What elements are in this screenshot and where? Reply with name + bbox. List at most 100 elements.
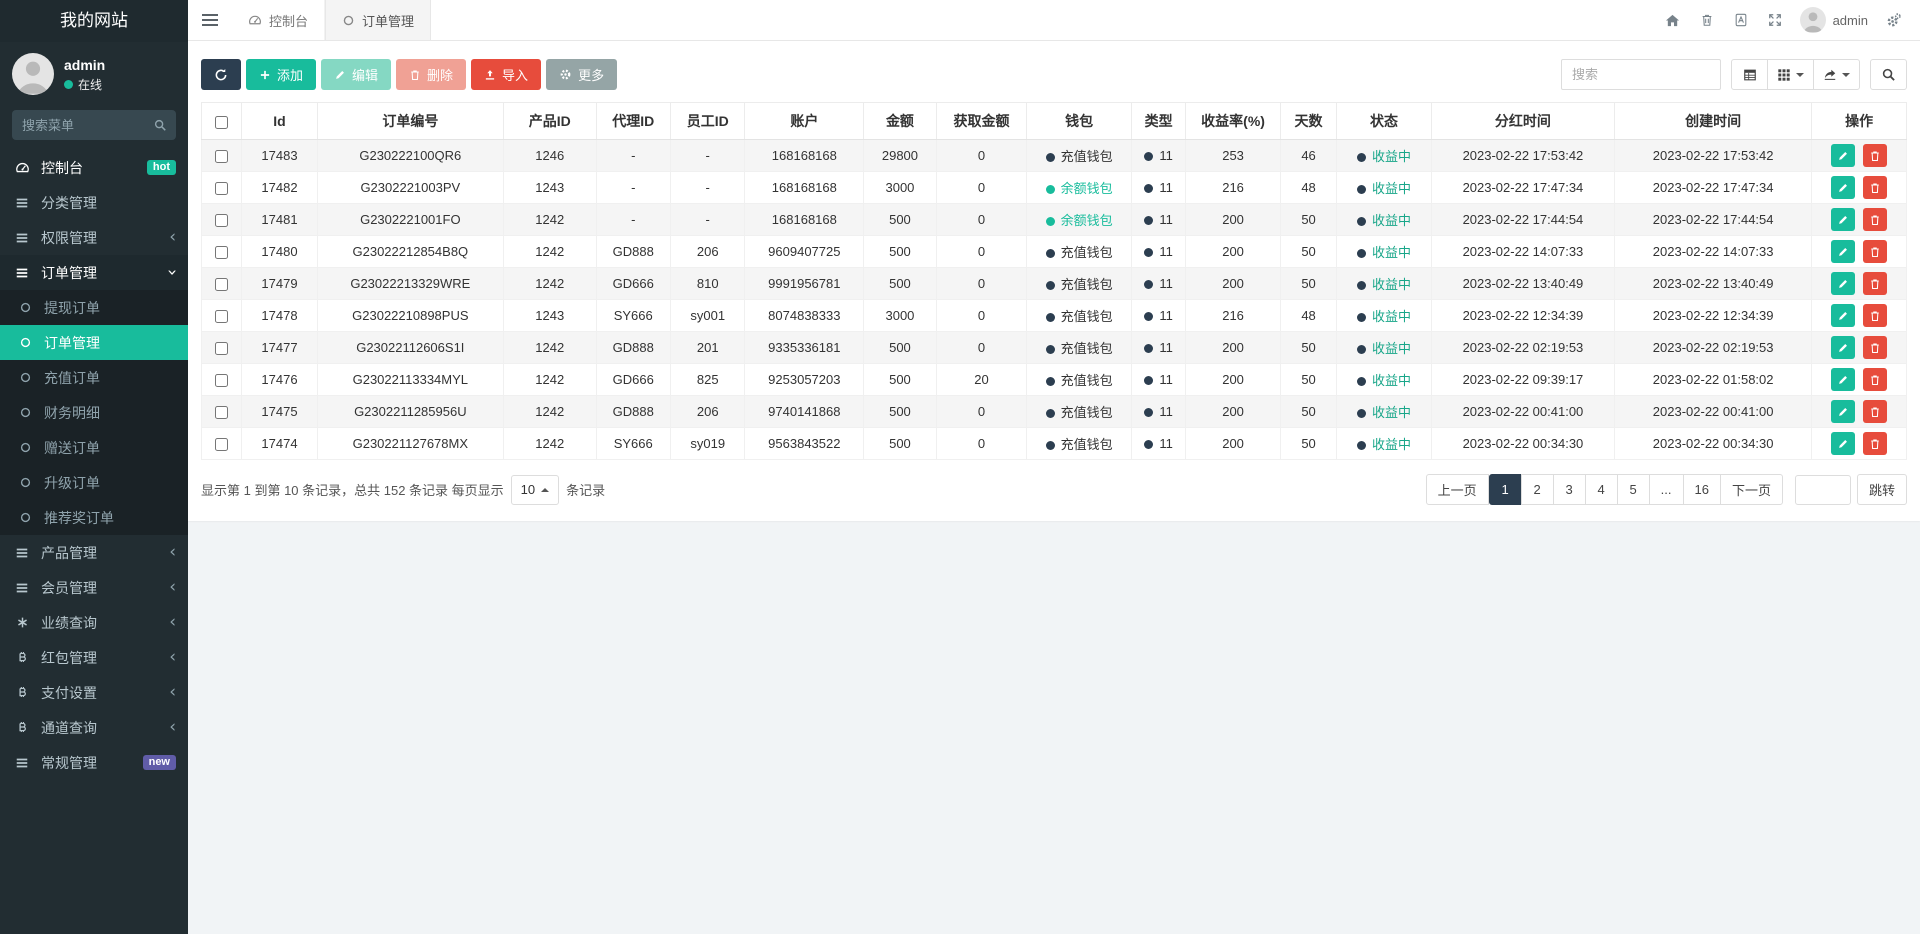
cell-amount: 500: [864, 268, 936, 300]
user-menu[interactable]: admin: [1792, 7, 1876, 33]
sidebar-item-支付设置[interactable]: 支付设置 ‹: [0, 675, 188, 710]
sidebar-item-红包管理[interactable]: 红包管理 ‹: [0, 640, 188, 675]
sidebar-subitem-提现订单[interactable]: 提现订单: [0, 290, 188, 325]
sidebar-subitem-推荐奖订单[interactable]: 推荐奖订单: [0, 500, 188, 535]
detail-view-button[interactable]: [1731, 59, 1768, 90]
row-checkbox[interactable]: [215, 182, 228, 195]
sidebar-item-业绩查询[interactable]: 业绩查询 ‹: [0, 605, 188, 640]
sidebar-subitem-财务明细[interactable]: 财务明细: [0, 395, 188, 430]
btc-icon: [12, 686, 32, 699]
sidebar-item-订单管理[interactable]: 订单管理 ‹: [0, 255, 188, 290]
row-edit-button[interactable]: [1831, 208, 1855, 231]
sidebar-item-分类管理[interactable]: 分类管理: [0, 185, 188, 220]
type-dot-icon: [1144, 216, 1153, 225]
wallet-label: 充值钱包: [1061, 309, 1113, 324]
jump-page-input[interactable]: [1795, 475, 1851, 505]
sidebar-item-控制台[interactable]: 控制台 hot: [0, 150, 188, 185]
row-edit-button[interactable]: [1831, 336, 1855, 359]
sidebar-toggle-button[interactable]: [188, 0, 232, 40]
sidebar-item-产品管理[interactable]: 产品管理 ‹: [0, 535, 188, 570]
row-edit-button[interactable]: [1831, 432, 1855, 455]
sidebar-subitem-充值订单[interactable]: 充值订单: [0, 360, 188, 395]
row-edit-button[interactable]: [1831, 400, 1855, 423]
row-edit-button[interactable]: [1831, 240, 1855, 263]
refresh-button[interactable]: [201, 59, 241, 90]
table-row: 17476 G23022113334MYL 1242 GD666 825 925…: [202, 364, 1907, 396]
settings-button[interactable]: [1876, 0, 1910, 41]
row-delete-button[interactable]: [1863, 368, 1887, 391]
row-checkbox[interactable]: [215, 214, 228, 227]
row-delete-button[interactable]: [1863, 272, 1887, 295]
row-delete-button[interactable]: [1863, 176, 1887, 199]
page-number-button[interactable]: 1: [1489, 474, 1522, 505]
cell-product-id: 1242: [503, 204, 596, 236]
sidebar-item-会员管理[interactable]: 会员管理 ‹: [0, 570, 188, 605]
jump-button[interactable]: 跳转: [1857, 474, 1907, 505]
next-page-button[interactable]: 下一页: [1720, 474, 1783, 505]
sidebar-subitem-label: 订单管理: [44, 333, 100, 353]
more-button-label: 更多: [578, 65, 604, 84]
fullscreen-button[interactable]: [1758, 0, 1792, 41]
page-number-button[interactable]: 16: [1683, 474, 1721, 505]
more-button[interactable]: 更多: [546, 59, 617, 90]
circle-o-icon: [15, 371, 35, 384]
row-checkbox[interactable]: [215, 342, 228, 355]
page-ellipsis-button[interactable]: ...: [1649, 474, 1684, 505]
row-delete-button[interactable]: [1863, 304, 1887, 327]
sidebar-subitem-升级订单[interactable]: 升级订单: [0, 465, 188, 500]
language-button[interactable]: [1724, 0, 1758, 41]
page-number-button[interactable]: 3: [1553, 474, 1586, 505]
prev-page-button[interactable]: 上一页: [1426, 474, 1489, 505]
delete-button[interactable]: 删除: [396, 59, 466, 90]
row-checkbox[interactable]: [215, 374, 228, 387]
circle-o-icon: [15, 301, 35, 314]
row-checkbox[interactable]: [215, 438, 228, 451]
sidebar-item-权限管理[interactable]: 权限管理 ‹: [0, 220, 188, 255]
row-checkbox[interactable]: [215, 246, 228, 259]
row-edit-button[interactable]: [1831, 304, 1855, 327]
row-delete-button[interactable]: [1863, 432, 1887, 455]
add-button[interactable]: 添加: [246, 59, 316, 90]
page-number-button[interactable]: 4: [1585, 474, 1618, 505]
tab-order-management[interactable]: 订单管理: [325, 0, 431, 40]
clear-cache-button[interactable]: [1690, 0, 1724, 41]
row-checkbox[interactable]: [215, 310, 228, 323]
row-edit-button[interactable]: [1831, 368, 1855, 391]
sidebar-item-通道查询[interactable]: 通道查询 ‹: [0, 710, 188, 745]
row-checkbox[interactable]: [215, 406, 228, 419]
menu-search-input[interactable]: [12, 110, 176, 140]
table-search-input[interactable]: [1561, 59, 1721, 90]
tab-dashboard[interactable]: 控制台: [232, 0, 325, 40]
row-delete-button[interactable]: [1863, 400, 1887, 423]
row-checkbox[interactable]: [215, 150, 228, 163]
page-number-button[interactable]: 2: [1521, 474, 1554, 505]
edit-button[interactable]: 编辑: [321, 59, 391, 90]
cell-staff-id: 201: [670, 332, 744, 364]
page-size-dropdown[interactable]: 10: [511, 475, 559, 505]
import-button[interactable]: 导入: [471, 59, 541, 90]
sidebar-subitem-订单管理[interactable]: 订单管理: [0, 325, 188, 360]
columns-button[interactable]: [1767, 59, 1814, 90]
sidebar-subitem-赠送订单[interactable]: 赠送订单: [0, 430, 188, 465]
page-number-button[interactable]: 5: [1617, 474, 1650, 505]
row-checkbox[interactable]: [215, 278, 228, 291]
row-edit-button[interactable]: [1831, 272, 1855, 295]
type-label: 11: [1159, 308, 1173, 323]
row-delete-button[interactable]: [1863, 240, 1887, 263]
export-button[interactable]: [1813, 59, 1860, 90]
cell-obtained: 0: [936, 172, 1027, 204]
cell-actions: [1812, 172, 1907, 204]
row-edit-button[interactable]: [1831, 176, 1855, 199]
column-header: 订单编号: [317, 103, 503, 140]
user-name: admin: [64, 55, 105, 76]
row-delete-button[interactable]: [1863, 336, 1887, 359]
search-toggle-button[interactable]: [1870, 59, 1907, 90]
sidebar-item-常规管理[interactable]: 常规管理 new: [0, 745, 188, 780]
home-button[interactable]: [1656, 0, 1690, 41]
select-all-checkbox[interactable]: [215, 116, 228, 129]
cell-account: 9563843522: [745, 428, 864, 460]
row-delete-button[interactable]: [1863, 208, 1887, 231]
row-edit-button[interactable]: [1831, 144, 1855, 167]
column-header: 获取金额: [936, 103, 1027, 140]
row-delete-button[interactable]: [1863, 144, 1887, 167]
